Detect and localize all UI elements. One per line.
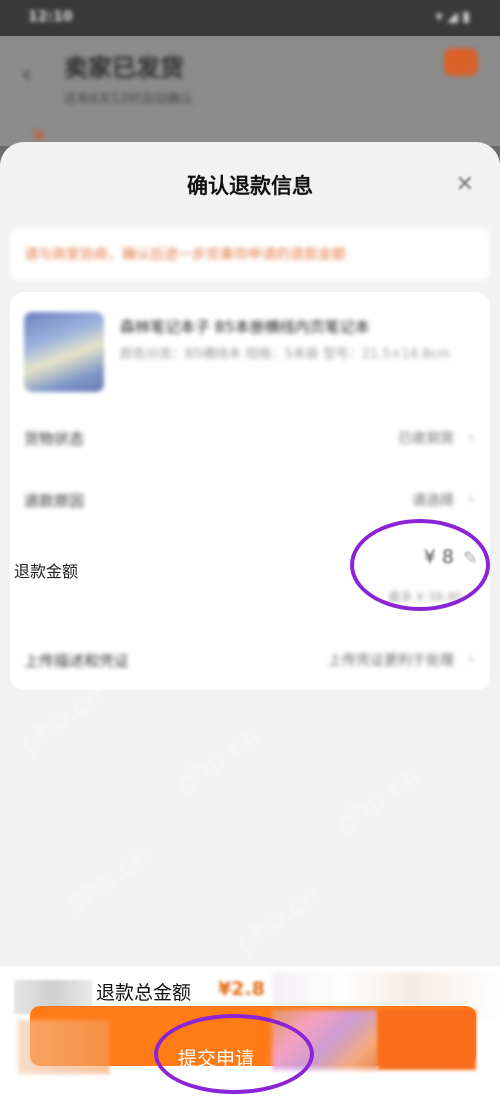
refund-reason-label: 退款原因 [24,492,85,510]
annotation-circle [154,1014,314,1094]
product-name: 森林笔记本子 B5本册横线内页笔记本 [120,318,370,336]
total-refund-label: 退款总金额 [96,982,192,1004]
status-dot [34,130,44,140]
close-icon[interactable]: ✕ [456,172,474,197]
refund-reason-value: 请选择 [412,493,454,509]
chevron-right-icon: › [467,649,474,668]
status-icons: ▾ ◢ ▮ [435,9,470,25]
product-info: 森林笔记本子 B5本册横线内页笔记本 颜色分类：B5横线本 规格：5本装 型号：… [120,316,470,365]
watermark: php.cn [169,717,267,800]
goods-status-value: 已收到货 [398,431,454,447]
chevron-right-icon: › [467,489,474,508]
pixelated-area [18,1020,110,1074]
sheet-title: 确认退款信息 [187,174,313,198]
goods-status-row[interactable]: 货物状态 已收到货 › [10,418,490,458]
background-title: 卖家已发货 [64,54,184,82]
total-refund-amount: ¥2.8 [218,978,265,1000]
notice-banner: 请与商家协商，确认后进一步完善你申请的退款金额 [10,228,490,280]
pixelated-area [378,1010,476,1070]
upload-proof-row[interactable]: 上传描述和凭证 上传凭证更利于处理 › [10,640,490,680]
refund-amount-label: 退款金额 [14,562,79,581]
annotation-circle [350,519,490,611]
status-time: 12:10 [28,9,73,25]
chevron-right-icon: › [467,427,474,446]
chevron-left-icon[interactable]: ‹ [22,60,32,88]
refund-reason-row[interactable]: 退款原因 请选择 › [10,480,490,520]
watermark: php.cn [229,877,327,960]
upload-proof-value: 上传凭证更利于处理 [328,653,454,669]
goods-status-label: 货物状态 [24,430,85,448]
chat-bubble-icon[interactable] [444,48,478,76]
product-spec: 颜色分类：B5横线本 规格：5本装 型号：21.5×14.8cm [120,347,451,362]
product-thumbnail [24,312,104,392]
status-bar: 12:10 ▾ ◢ ▮ [0,0,500,36]
watermark: php.cn [329,757,427,840]
notice-text: 请与商家协商，确认后进一步完善你申请的退款金额 [24,247,346,263]
background-subtitle: 还有6天12时自动确认 [64,92,193,107]
upload-proof-label: 上传描述和凭证 [24,652,130,670]
watermark: php.cn [59,837,157,920]
refund-card: 森林笔记本子 B5本册横线内页笔记本 颜色分类：B5横线本 规格：5本装 型号：… [10,292,490,690]
